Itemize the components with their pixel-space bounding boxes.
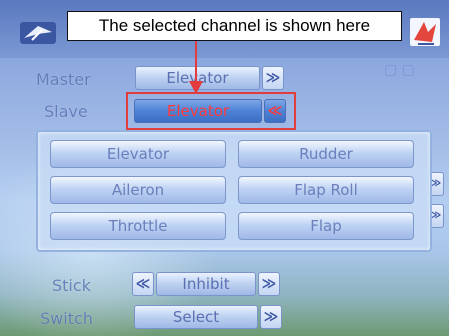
channel-option-rudder[interactable]: Rudder	[238, 140, 414, 168]
airplane-model-icon	[20, 22, 56, 44]
annotation-arrow-icon	[189, 41, 203, 94]
stick-prev-arrow[interactable]: ≪	[132, 272, 154, 296]
channel-option-elevator[interactable]: Elevator	[50, 140, 226, 168]
channel-option-flap[interactable]: Flap	[238, 212, 414, 240]
channel-selection-popup: Elevator Rudder Aileron Flap Roll Thrott…	[36, 130, 432, 252]
channel-option-aileron[interactable]: Aileron	[50, 176, 226, 204]
mixing-screen: ▢ ▢ Master Elevator ≫ Slave Elevator ≪ ≫…	[0, 0, 449, 336]
channel-option-flap-roll[interactable]: Flap Roll	[238, 176, 414, 204]
stick-label: Stick	[52, 276, 91, 295]
switch-select-button[interactable]: Select	[134, 305, 258, 329]
master-label: Master	[36, 70, 91, 89]
stick-next-arrow[interactable]: ≫	[258, 272, 280, 296]
master-next-arrow[interactable]: ≫	[262, 66, 284, 90]
mix-flag-icon	[410, 18, 440, 46]
selected-channel-highlight	[126, 92, 296, 130]
stick-value-button[interactable]: Inhibit	[156, 272, 256, 296]
slave-label: Slave	[44, 102, 88, 121]
right-hint-text: ▢ ▢	[384, 62, 415, 78]
switch-label: Switch	[40, 309, 93, 328]
switch-next-arrow[interactable]: ≫	[260, 305, 282, 329]
annotation-callout: The selected channel is shown here	[67, 11, 402, 41]
channel-option-throttle[interactable]: Throttle	[50, 212, 226, 240]
